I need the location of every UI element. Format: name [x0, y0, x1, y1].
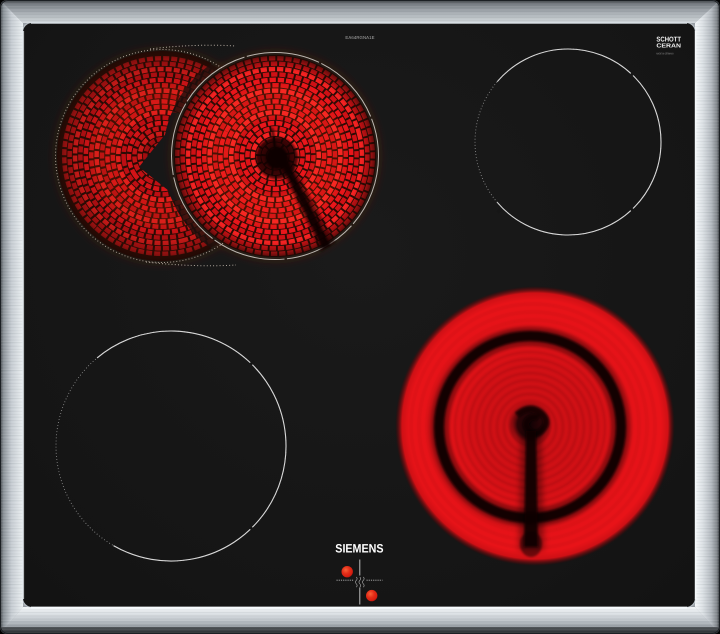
svg-text:EA64RGNA1E: EA64RGNA1E — [345, 35, 374, 40]
svg-text:MADE IN GERMANY: MADE IN GERMANY — [656, 52, 674, 55]
svg-text:SIEMENS: SIEMENS — [335, 541, 383, 555]
svg-text:CERAN: CERAN — [656, 42, 681, 49]
